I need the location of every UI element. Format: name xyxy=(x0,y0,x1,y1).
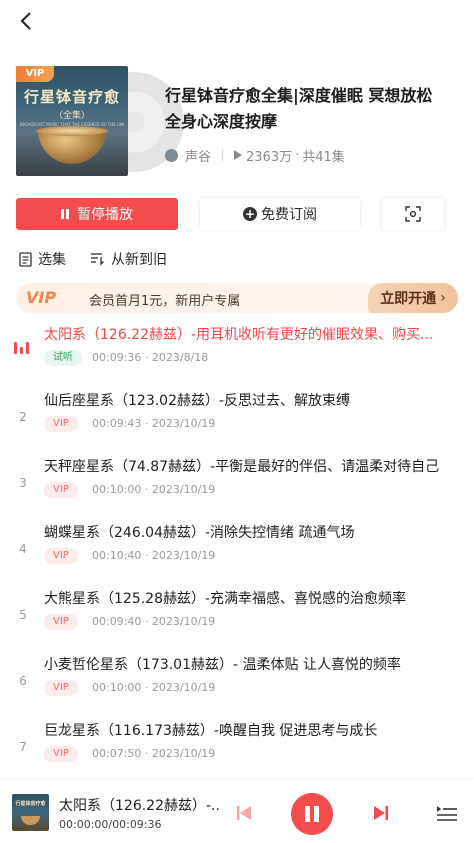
pause-icon xyxy=(305,806,319,822)
track-info: 00:10:40 · 2023/10/19 xyxy=(92,549,216,562)
vip-promo-text: 会员首月1元，新用户专属 xyxy=(89,294,241,309)
album-cover[interactable]: VIP 行星钵音疗愈 （全集） BROADCAST MUSIC THAT THE… xyxy=(16,66,128,176)
player-pause-button[interactable] xyxy=(291,793,333,835)
playlist-icon[interactable] xyxy=(436,804,458,822)
sort-icon xyxy=(91,253,104,266)
select-episodes-label: 选集 xyxy=(38,252,66,268)
vip-badge: VIP xyxy=(44,680,78,696)
scan-icon xyxy=(405,206,421,222)
subscribe-button[interactable]: + 免费订阅 xyxy=(200,198,360,230)
top-bar xyxy=(0,0,474,42)
scan-button[interactable] xyxy=(382,198,444,230)
vip-banner[interactable]: VIP 会员首月1元，新用户专属 立即开通 › xyxy=(16,283,458,313)
vip-open-button[interactable]: 立即开通 › xyxy=(368,283,458,313)
vip-badge: VIP xyxy=(44,416,78,432)
track-title: 大熊星系（125.28赫兹）-充满幸福感、喜悦感的治愈频率 xyxy=(44,591,407,607)
track-row[interactable]: 5 大熊星系（125.28赫兹）-充满幸福感、喜悦感的治愈频率 VIP 00:0… xyxy=(0,582,474,648)
album-header: VIP 行星钵音疗愈 （全集） BROADCAST MUSIC THAT THE… xyxy=(16,64,458,178)
track-info: 00:09:36 · 2023/8/18 xyxy=(92,351,209,364)
album-meta: 声谷 2363万 · 共41集 xyxy=(165,146,345,165)
next-track-icon[interactable] xyxy=(372,804,390,822)
chevron-left-icon[interactable] xyxy=(16,9,38,33)
chevron-right-icon: › xyxy=(440,290,446,306)
vip-badge: VIP xyxy=(44,548,78,564)
track-number: 7 xyxy=(19,740,27,754)
cover-subtitle: （全集） xyxy=(53,111,90,121)
player-time: 00:00:00/00:09:36 xyxy=(59,818,162,831)
now-playing-icon xyxy=(14,340,30,354)
pause-label: 暂停播放 xyxy=(77,207,133,223)
player-cover-text: 行星钵音疗愈 xyxy=(15,801,46,807)
divider xyxy=(222,149,224,161)
previous-track-icon[interactable] xyxy=(235,804,253,822)
track-row[interactable]: 7 巨龙星系（116.173赫兹）-唤醒自我 促进思考与成长 VIP 00:07… xyxy=(0,714,474,780)
track-row[interactable]: 2 仙后座星系（123.02赫兹）-反思过去、解放束缚 VIP 00:09:43… xyxy=(0,384,474,450)
sort-button[interactable]: 从新到旧 xyxy=(90,249,167,269)
track-info: 00:10:00 · 2023/10/19 xyxy=(92,681,216,694)
singing-bowl-rim xyxy=(36,126,108,136)
plus-circle-icon: + xyxy=(243,207,257,221)
select-episodes-button[interactable]: 选集 xyxy=(19,249,66,269)
trial-badge: 试听 xyxy=(44,350,82,366)
player-cover[interactable]: 行星钵音疗愈 xyxy=(12,794,49,831)
track-title: 太阳系（126.22赫兹）-用耳机收听有更好的催眠效果、购买... xyxy=(44,327,434,343)
player-track-title[interactable]: 太阳系（126.22赫兹）-... xyxy=(59,795,219,815)
track-info: 00:07:50 · 2023/10/19 xyxy=(92,747,216,760)
track-row[interactable]: 4 蝴蝶星系（246.04赫兹）-消除失控情绪 疏通气场 VIP 00:10:4… xyxy=(0,516,474,582)
track-title: 巨龙星系（116.173赫兹）-唤醒自我 促进思考与成长 xyxy=(44,723,378,739)
track-title: 蝴蝶星系（246.04赫兹）-消除失控情绪 疏通气场 xyxy=(44,525,355,541)
pause-icon xyxy=(61,209,69,219)
track-row[interactable]: 3 天秤座星系（74.87赫兹）-平衡是最好的伴侣、请温柔对待自己 VIP 00… xyxy=(0,450,474,516)
document-icon xyxy=(19,251,32,267)
action-buttons: 暂停播放 + 免费订阅 xyxy=(16,198,444,230)
track-row[interactable]: 太阳系（126.22赫兹）-用耳机收听有更好的催眠效果、购买... 试听 00:… xyxy=(0,318,474,384)
track-number: 6 xyxy=(19,674,27,688)
list-toolbar: 选集 从新到旧 xyxy=(19,249,191,269)
cover-vip-badge: VIP xyxy=(16,66,54,82)
track-info: 00:09:43 · 2023/10/19 xyxy=(92,417,216,430)
vip-badge: VIP xyxy=(44,614,78,630)
track-row[interactable]: 6 小麦哲伦星系（173.01赫兹）- 温柔体贴 让人喜悦的频率 VIP 00:… xyxy=(0,648,474,714)
sort-label: 从新到旧 xyxy=(111,252,167,268)
track-title: 小麦哲伦星系（173.01赫兹）- 温柔体贴 让人喜悦的频率 xyxy=(44,657,401,673)
track-number: 4 xyxy=(19,542,27,556)
vip-badge: VIP xyxy=(44,482,78,498)
play-count: 2363万 xyxy=(246,149,293,165)
meta-dot: · xyxy=(295,147,300,163)
track-number: 3 xyxy=(19,476,27,490)
track-title: 仙后座星系（123.02赫兹）-反思过去、解放束缚 xyxy=(44,393,351,409)
pause-button[interactable]: 暂停播放 xyxy=(16,198,178,230)
album-title: 行星钵音疗愈全集|深度催眠 冥想放松全身心深度按摩 xyxy=(165,86,433,131)
subscribe-label: 免费订阅 xyxy=(261,207,317,223)
play-count-icon xyxy=(234,150,243,160)
track-info: 00:10:00 · 2023/10/19 xyxy=(92,483,216,496)
cover-title: 行星钵音疗愈 xyxy=(23,88,120,106)
vip-badge: VIP xyxy=(44,746,78,762)
episode-count: 共41集 xyxy=(302,149,345,165)
track-number: 2 xyxy=(19,410,27,424)
author-name[interactable]: 声谷 xyxy=(185,146,211,165)
track-info: 00:09:40 · 2023/10/19 xyxy=(92,615,216,628)
track-title: 天秤座星系（74.87赫兹）-平衡是最好的伴侣、请温柔对待自己 xyxy=(44,459,440,475)
author-avatar[interactable] xyxy=(165,148,178,162)
vip-logo: VIP xyxy=(26,288,57,307)
mini-player: 行星钵音疗愈 太阳系（126.22赫兹）-... 00:00:00/00:09:… xyxy=(0,780,474,843)
vip-open-label: 立即开通 xyxy=(380,291,437,307)
track-number: 5 xyxy=(19,608,27,622)
